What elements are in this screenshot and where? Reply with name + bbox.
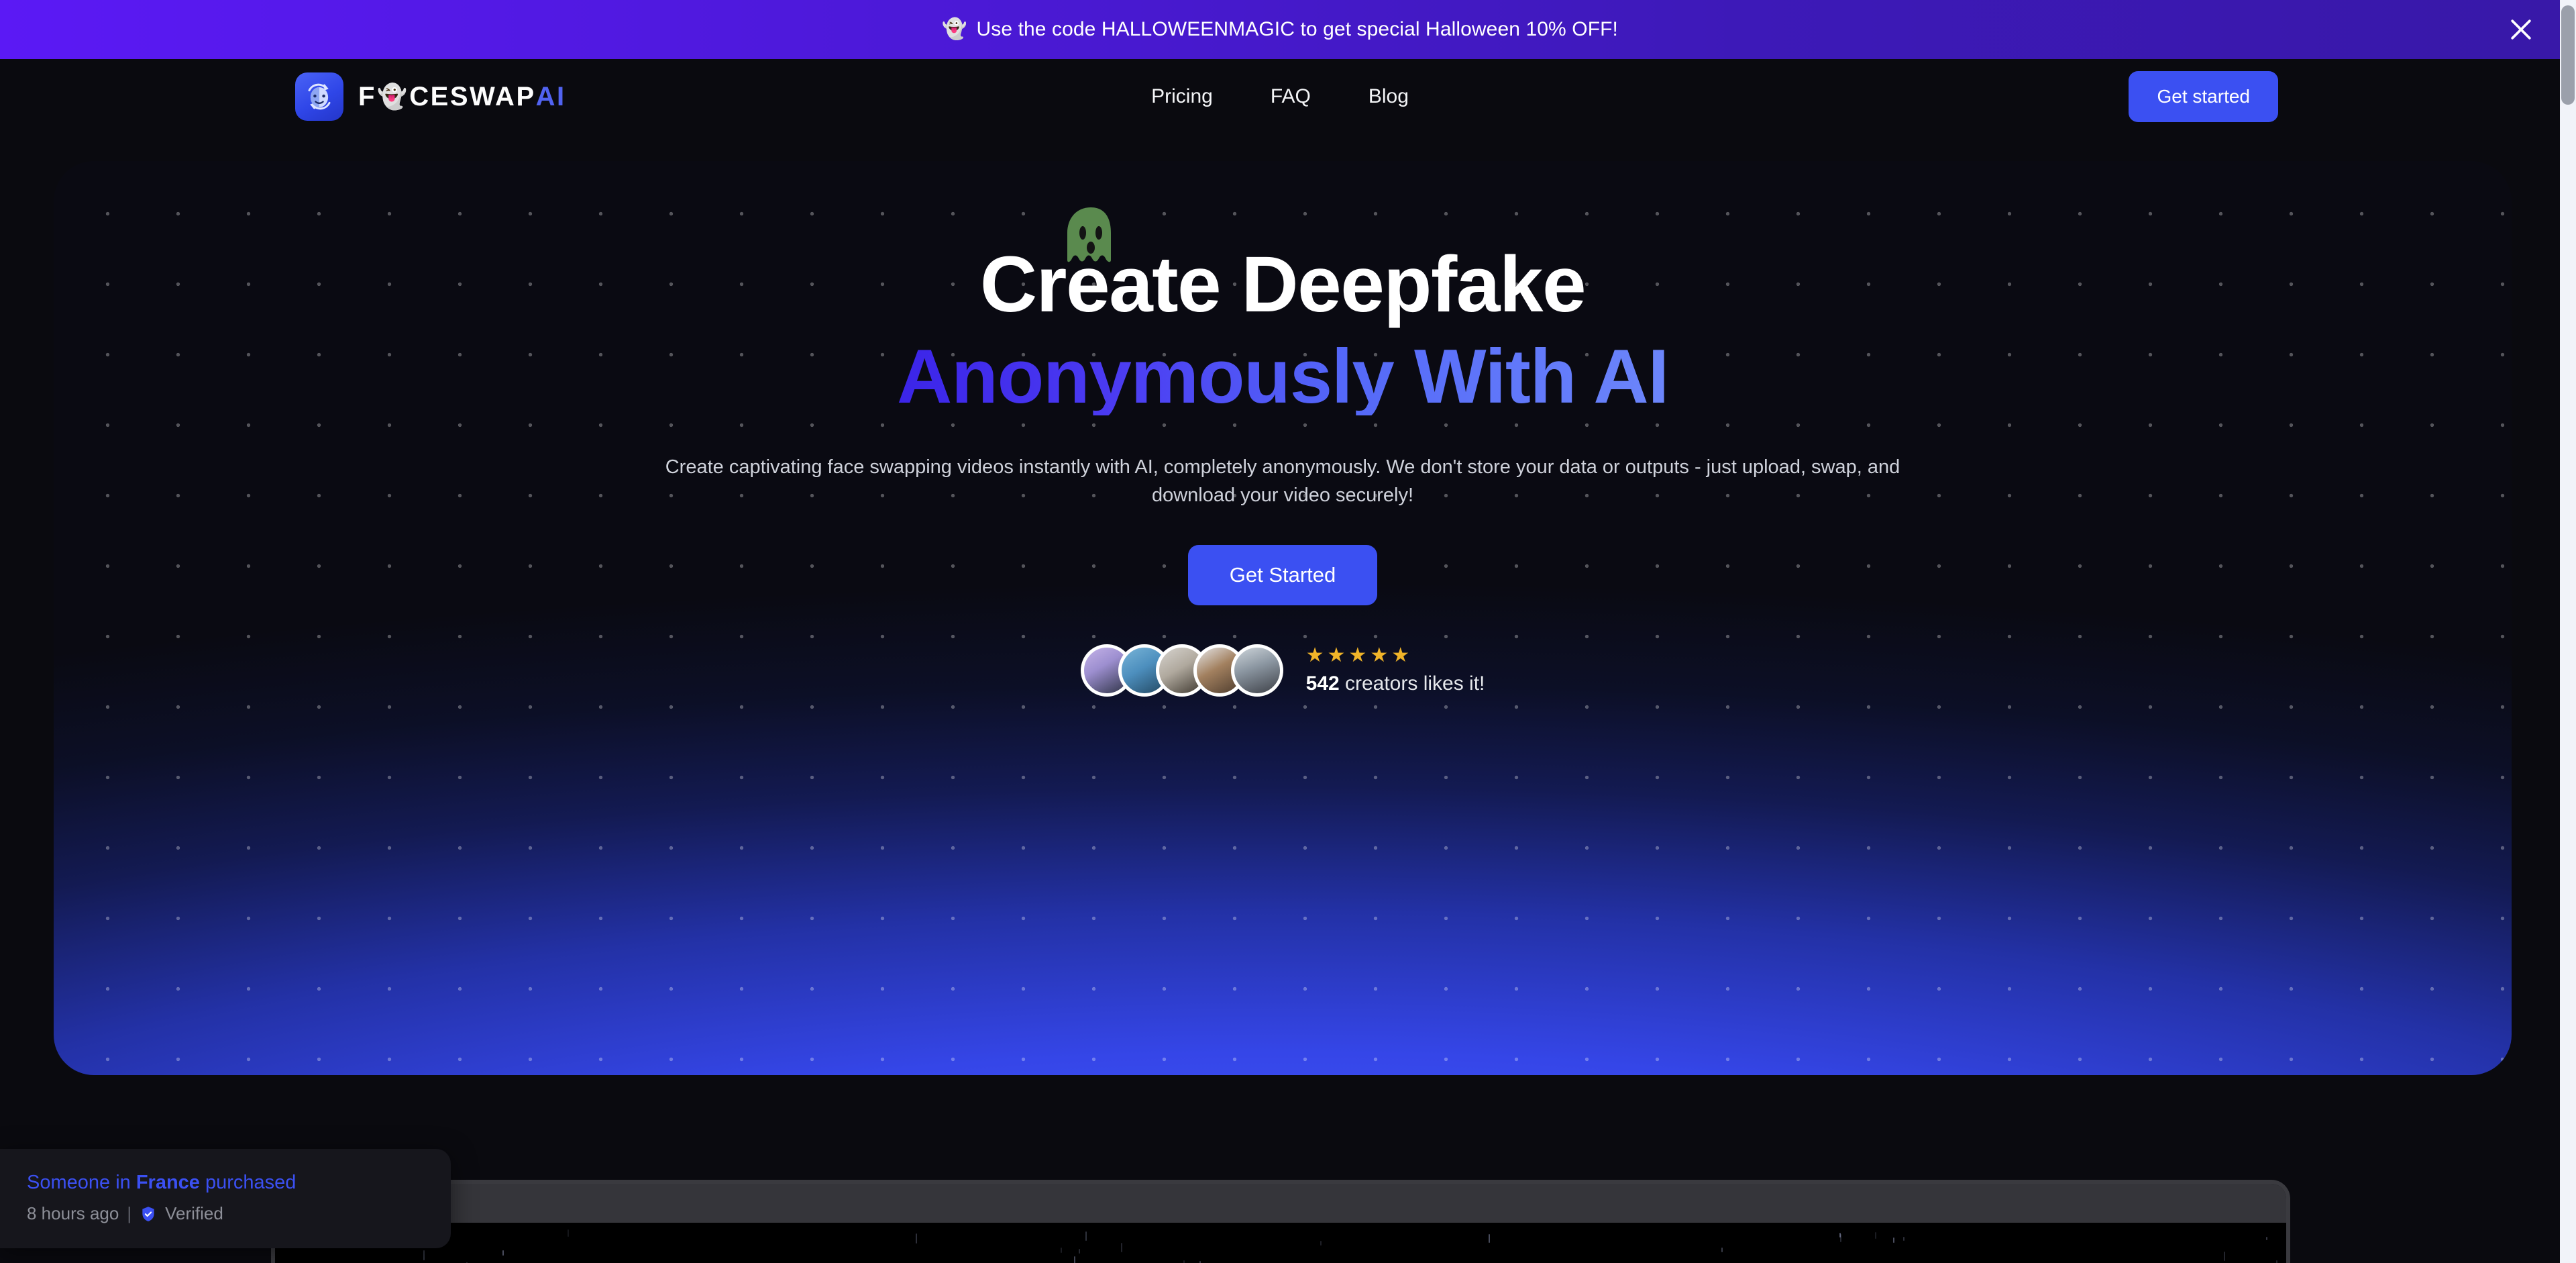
showcase-window-titlebar: [275, 1184, 2286, 1223]
star-icon: ★: [1348, 644, 1367, 666]
star-icon: ★: [1391, 644, 1410, 666]
page-scrollbar-thumb[interactable]: [2561, 5, 2575, 105]
star-icon: ★: [1305, 644, 1324, 666]
showcase-video-screen[interactable]: [275, 1223, 2286, 1263]
avatar: [1230, 644, 1283, 697]
site-header: F 👻 CESWAP AI Pricing FAQ Blog Get start…: [0, 59, 2560, 134]
ghost-icon: 👻: [942, 18, 967, 40]
social-proof-text: ★ ★ ★ ★ ★ 542 creators likes it!: [1305, 644, 1485, 695]
purchase-notification-meta: 8 hours ago | Verified: [27, 1203, 424, 1224]
hero-title-1-text: Create Deepfake: [979, 240, 1587, 329]
creators-likes-label: 542 creators likes it!: [1306, 672, 1485, 695]
showcase-spark: [2223, 1251, 2225, 1261]
page-root: 👻 Use the code HALLOWEENMAGIC to get spe…: [0, 0, 2576, 1263]
hero-title-line-2: Anonymously With AI: [897, 334, 1669, 419]
verified-shield-icon: [140, 1205, 157, 1223]
hero-content: Create Deepfake Anonymously With AI Crea…: [54, 161, 2512, 1075]
brand-suffix: AI: [535, 81, 566, 111]
brand-word-2: CESWAP: [409, 81, 536, 111]
brand-word-1: F: [358, 81, 376, 111]
star-rating: ★ ★ ★ ★ ★: [1305, 644, 1485, 666]
star-icon: ★: [1370, 644, 1389, 666]
avatar-stack: [1080, 644, 1283, 697]
creators-count: 542: [1305, 672, 1340, 695]
promo-banner: 👻 Use the code HALLOWEENMAGIC to get spe…: [0, 0, 2560, 59]
showcase-spark: [1073, 1256, 1075, 1263]
showcase-spark: [2266, 1236, 2268, 1240]
purchase-notification[interactable]: Someone in France purchased 8 hours ago …: [0, 1149, 451, 1248]
social-proof: ★ ★ ★ ★ ★ 542 creators likes it!: [1080, 644, 1485, 697]
logo-icon: [295, 72, 343, 121]
showcase-spark: [1085, 1231, 1087, 1241]
showcase-spark: [567, 1229, 569, 1237]
brand-ghost-icon: 👻: [376, 83, 409, 110]
toast-prefix: Someone in: [27, 1172, 136, 1193]
purchase-notification-message: Someone in France purchased: [27, 1172, 424, 1194]
showcase-spark: [423, 1250, 425, 1261]
showcase-spark: [1078, 1248, 1080, 1254]
toast-suffix: purchased: [199, 1172, 297, 1193]
hero-get-started-button[interactable]: Get Started: [1187, 544, 1378, 605]
close-icon[interactable]: [2506, 15, 2536, 44]
star-icon: ★: [1327, 644, 1346, 666]
showcase-spark: [502, 1250, 504, 1256]
nav-item-faq[interactable]: FAQ: [1261, 79, 1320, 115]
toast-time: 8 hours ago: [27, 1203, 119, 1223]
hero-description: Create captivating face swapping videos …: [665, 456, 1900, 507]
showcase-spark: [1120, 1242, 1122, 1252]
toast-separator: |: [127, 1203, 132, 1223]
promo-banner-text: Use the code HALLOWEENMAGIC to get speci…: [976, 18, 1618, 40]
header-get-started-button[interactable]: Get started: [2129, 71, 2278, 122]
promo-banner-content: 👻 Use the code HALLOWEENMAGIC to get spe…: [942, 18, 1618, 41]
page-scrollbar-track[interactable]: [2560, 0, 2576, 1263]
showcase-spark: [2276, 1260, 2278, 1263]
brand-logo[interactable]: F 👻 CESWAP AI: [295, 72, 566, 121]
toast-location: France: [136, 1172, 200, 1193]
showcase-spark: [1488, 1234, 1490, 1244]
showcase-spark: [1903, 1236, 1905, 1241]
showcase-spark: [1060, 1248, 1062, 1254]
toast-verified-label: Verified: [165, 1203, 223, 1223]
showcase-spark: [1874, 1231, 1876, 1239]
showcase-spark: [1839, 1234, 1841, 1243]
hero-title-line-1: Create Deepfake: [980, 207, 1587, 324]
showcase-spark: [1320, 1240, 1322, 1246]
nav-item-blog[interactable]: Blog: [1359, 79, 1418, 115]
showcase-spark: [1721, 1248, 1723, 1252]
video-showcase-frame[interactable]: [271, 1180, 2290, 1263]
nav-item-pricing[interactable]: Pricing: [1142, 79, 1222, 115]
brand-wordmark: F 👻 CESWAP AI: [358, 82, 566, 112]
creators-count-suffix: creators likes it!: [1339, 672, 1485, 695]
showcase-spark: [1893, 1237, 1895, 1244]
main-nav: Pricing FAQ Blog: [1142, 79, 1418, 115]
showcase-spark: [1183, 1260, 1185, 1263]
showcase-spark: [915, 1233, 917, 1244]
hero-section: Create Deepfake Anonymously With AI Crea…: [54, 161, 2512, 1075]
